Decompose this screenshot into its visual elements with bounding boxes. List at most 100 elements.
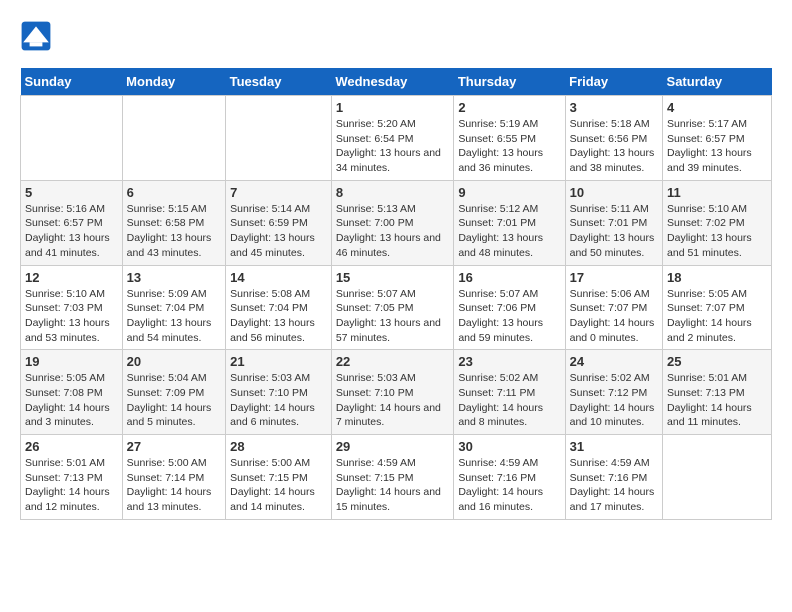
calendar-cell: 22 Sunrise: 5:03 AM Sunset: 7:10 PM Dayli… bbox=[331, 350, 454, 435]
day-number: 18 bbox=[667, 270, 767, 285]
day-info: Sunrise: 5:09 AM Sunset: 7:04 PM Dayligh… bbox=[127, 287, 221, 346]
day-number: 29 bbox=[336, 439, 450, 454]
calendar-cell: 26 Sunrise: 5:01 AM Sunset: 7:13 PM Dayli… bbox=[21, 435, 123, 520]
day-number: 7 bbox=[230, 185, 327, 200]
calendar-cell: 6 Sunrise: 5:15 AM Sunset: 6:58 PM Daylig… bbox=[122, 180, 225, 265]
day-info: Sunrise: 5:19 AM Sunset: 6:55 PM Dayligh… bbox=[458, 117, 560, 176]
day-number: 24 bbox=[570, 354, 658, 369]
day-number: 6 bbox=[127, 185, 221, 200]
calendar-cell: 30 Sunrise: 4:59 AM Sunset: 7:16 PM Dayli… bbox=[454, 435, 565, 520]
day-info: Sunrise: 5:01 AM Sunset: 7:13 PM Dayligh… bbox=[25, 456, 118, 515]
day-info: Sunrise: 5:00 AM Sunset: 7:14 PM Dayligh… bbox=[127, 456, 221, 515]
day-info: Sunrise: 5:07 AM Sunset: 7:05 PM Dayligh… bbox=[336, 287, 450, 346]
day-info: Sunrise: 5:03 AM Sunset: 7:10 PM Dayligh… bbox=[230, 371, 327, 430]
logo-icon bbox=[20, 20, 52, 52]
calendar-cell: 31 Sunrise: 4:59 AM Sunset: 7:16 PM Dayli… bbox=[565, 435, 662, 520]
calendar-header-row: SundayMondayTuesdayWednesdayThursdayFrid… bbox=[21, 68, 772, 96]
calendar-cell: 9 Sunrise: 5:12 AM Sunset: 7:01 PM Daylig… bbox=[454, 180, 565, 265]
calendar-cell: 4 Sunrise: 5:17 AM Sunset: 6:57 PM Daylig… bbox=[663, 96, 772, 181]
day-number: 1 bbox=[336, 100, 450, 115]
day-info: Sunrise: 4:59 AM Sunset: 7:16 PM Dayligh… bbox=[458, 456, 560, 515]
day-number: 4 bbox=[667, 100, 767, 115]
calendar-table: SundayMondayTuesdayWednesdayThursdayFrid… bbox=[20, 68, 772, 520]
day-number: 17 bbox=[570, 270, 658, 285]
column-header-wednesday: Wednesday bbox=[331, 68, 454, 96]
calendar-cell bbox=[21, 96, 123, 181]
calendar-cell: 14 Sunrise: 5:08 AM Sunset: 7:04 PM Dayli… bbox=[226, 265, 332, 350]
column-header-sunday: Sunday bbox=[21, 68, 123, 96]
calendar-week-row: 26 Sunrise: 5:01 AM Sunset: 7:13 PM Dayli… bbox=[21, 435, 772, 520]
calendar-cell: 21Sunrise: 5:03 AM Sunset: 7:10 PM Dayli… bbox=[226, 350, 332, 435]
column-header-monday: Monday bbox=[122, 68, 225, 96]
day-number: 28 bbox=[230, 439, 327, 454]
day-number: 20 bbox=[127, 354, 221, 369]
day-number: 26 bbox=[25, 439, 118, 454]
calendar-cell: 15 Sunrise: 5:07 AM Sunset: 7:05 PM Dayli… bbox=[331, 265, 454, 350]
day-number: 19 bbox=[25, 354, 118, 369]
day-number: 9 bbox=[458, 185, 560, 200]
calendar-week-row: 12 Sunrise: 5:10 AM Sunset: 7:03 PM Dayli… bbox=[21, 265, 772, 350]
day-info: Sunrise: 5:05 AM Sunset: 7:07 PM Dayligh… bbox=[667, 287, 767, 346]
day-info: Sunrise: 5:10 AM Sunset: 7:02 PM Dayligh… bbox=[667, 202, 767, 261]
column-header-friday: Friday bbox=[565, 68, 662, 96]
day-info: Sunrise: 4:59 AM Sunset: 7:16 PM Dayligh… bbox=[570, 456, 658, 515]
calendar-cell: 13 Sunrise: 5:09 AM Sunset: 7:04 PM Dayli… bbox=[122, 265, 225, 350]
day-info: Sunrise: 5:16 AM Sunset: 6:57 PM Dayligh… bbox=[25, 202, 118, 261]
day-number: 2 bbox=[458, 100, 560, 115]
day-number: 22 bbox=[336, 354, 450, 369]
day-info: Sunrise: 5:17 AM Sunset: 6:57 PM Dayligh… bbox=[667, 117, 767, 176]
calendar-cell: 11 Sunrise: 5:10 AM Sunset: 7:02 PM Dayli… bbox=[663, 180, 772, 265]
day-info: Sunrise: 5:04 AM Sunset: 7:09 PM Dayligh… bbox=[127, 371, 221, 430]
day-number: 31 bbox=[570, 439, 658, 454]
calendar-cell: 23 Sunrise: 5:02 AM Sunset: 7:11 PM Dayli… bbox=[454, 350, 565, 435]
day-info: Sunrise: 5:15 AM Sunset: 6:58 PM Dayligh… bbox=[127, 202, 221, 261]
column-header-tuesday: Tuesday bbox=[226, 68, 332, 96]
calendar-cell: 3 Sunrise: 5:18 AM Sunset: 6:56 PM Daylig… bbox=[565, 96, 662, 181]
day-number: 16 bbox=[458, 270, 560, 285]
calendar-cell: 5 Sunrise: 5:16 AM Sunset: 6:57 PM Daylig… bbox=[21, 180, 123, 265]
day-info: Sunrise: 5:10 AM Sunset: 7:03 PM Dayligh… bbox=[25, 287, 118, 346]
day-info: Sunrise: 5:20 AM Sunset: 6:54 PM Dayligh… bbox=[336, 117, 450, 176]
calendar-cell: 8 Sunrise: 5:13 AM Sunset: 7:00 PM Daylig… bbox=[331, 180, 454, 265]
day-number: 25 bbox=[667, 354, 767, 369]
calendar-cell: 24Sunrise: 5:02 AM Sunset: 7:12 PM Dayli… bbox=[565, 350, 662, 435]
calendar-cell bbox=[663, 435, 772, 520]
day-info: Sunrise: 5:18 AM Sunset: 6:56 PM Dayligh… bbox=[570, 117, 658, 176]
calendar-cell: 12 Sunrise: 5:10 AM Sunset: 7:03 PM Dayli… bbox=[21, 265, 123, 350]
calendar-cell: 19 Sunrise: 5:05 AM Sunset: 7:08 PM Dayli… bbox=[21, 350, 123, 435]
calendar-cell: 16 Sunrise: 5:07 AM Sunset: 7:06 PM Dayli… bbox=[454, 265, 565, 350]
day-info: Sunrise: 5:03 AM Sunset: 7:10 PM Dayligh… bbox=[336, 371, 450, 430]
calendar-cell: 18 Sunrise: 5:05 AM Sunset: 7:07 PM Dayli… bbox=[663, 265, 772, 350]
calendar-cell: 1 Sunrise: 5:20 AM Sunset: 6:54 PM Daylig… bbox=[331, 96, 454, 181]
day-info: Sunrise: 5:07 AM Sunset: 7:06 PM Dayligh… bbox=[458, 287, 560, 346]
calendar-cell: 29Sunrise: 4:59 AM Sunset: 7:15 PM Dayli… bbox=[331, 435, 454, 520]
day-number: 15 bbox=[336, 270, 450, 285]
calendar-cell: 7 Sunrise: 5:14 AM Sunset: 6:59 PM Daylig… bbox=[226, 180, 332, 265]
calendar-week-row: 5 Sunrise: 5:16 AM Sunset: 6:57 PM Daylig… bbox=[21, 180, 772, 265]
day-number: 5 bbox=[25, 185, 118, 200]
day-info: Sunrise: 5:01 AM Sunset: 7:13 PM Dayligh… bbox=[667, 371, 767, 430]
day-info: Sunrise: 5:14 AM Sunset: 6:59 PM Dayligh… bbox=[230, 202, 327, 261]
day-info: Sunrise: 5:12 AM Sunset: 7:01 PM Dayligh… bbox=[458, 202, 560, 261]
day-info: Sunrise: 5:05 AM Sunset: 7:08 PM Dayligh… bbox=[25, 371, 118, 430]
day-number: 10 bbox=[570, 185, 658, 200]
day-number: 8 bbox=[336, 185, 450, 200]
day-info: Sunrise: 5:02 AM Sunset: 7:11 PM Dayligh… bbox=[458, 371, 560, 430]
logo bbox=[20, 20, 56, 52]
day-info: Sunrise: 5:08 AM Sunset: 7:04 PM Dayligh… bbox=[230, 287, 327, 346]
calendar-week-row: 19 Sunrise: 5:05 AM Sunset: 7:08 PM Dayli… bbox=[21, 350, 772, 435]
day-info: Sunrise: 5:00 AM Sunset: 7:15 PM Dayligh… bbox=[230, 456, 327, 515]
calendar-cell: 27 Sunrise: 5:00 AM Sunset: 7:14 PM Dayli… bbox=[122, 435, 225, 520]
day-info: Sunrise: 5:13 AM Sunset: 7:00 PM Dayligh… bbox=[336, 202, 450, 261]
day-number: 27 bbox=[127, 439, 221, 454]
day-number: 14 bbox=[230, 270, 327, 285]
day-number: 23 bbox=[458, 354, 560, 369]
day-info: Sunrise: 5:06 AM Sunset: 7:07 PM Dayligh… bbox=[570, 287, 658, 346]
day-number: 13 bbox=[127, 270, 221, 285]
day-number: 30 bbox=[458, 439, 560, 454]
calendar-cell bbox=[226, 96, 332, 181]
day-number: 12 bbox=[25, 270, 118, 285]
calendar-cell: 28 Sunrise: 5:00 AM Sunset: 7:15 PM Dayli… bbox=[226, 435, 332, 520]
day-number: 11 bbox=[667, 185, 767, 200]
day-number: 3 bbox=[570, 100, 658, 115]
